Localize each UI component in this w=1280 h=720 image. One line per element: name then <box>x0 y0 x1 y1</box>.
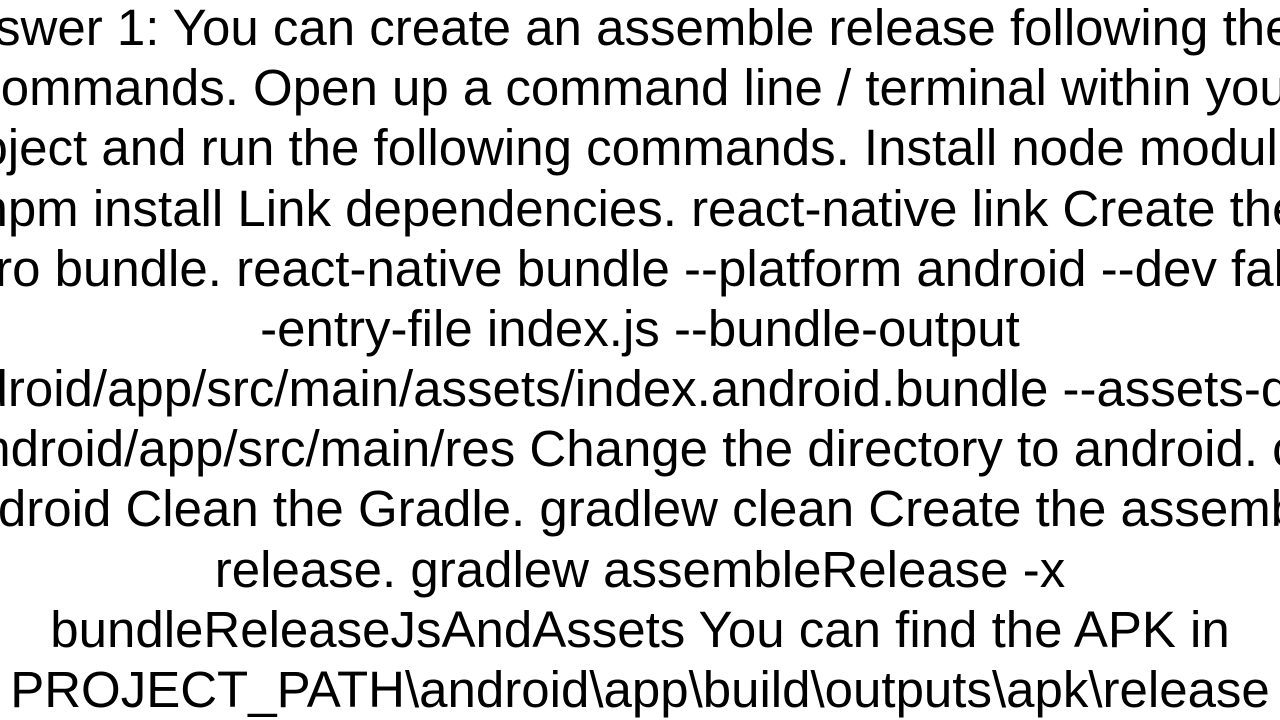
document-body-text: Answer 1: You can create an assemble rel… <box>0 0 1280 720</box>
